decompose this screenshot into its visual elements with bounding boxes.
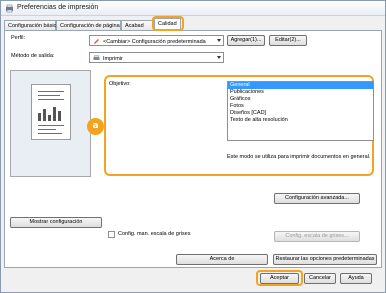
profile-value: <Cambiar> Configuración predeterminada <box>103 39 206 45</box>
output-method-value: Imprimir <box>103 56 123 62</box>
printer-icon <box>93 55 100 60</box>
show-configuration-button[interactable]: Mostrar configuración <box>10 217 102 228</box>
about-button[interactable]: Acerca de <box>176 254 268 265</box>
callout-badge: a <box>87 118 104 135</box>
objective-label: Objetivo: <box>109 81 131 87</box>
output-method-label: Método de salida: <box>11 53 55 59</box>
preview-text-line <box>38 129 56 130</box>
preview-page <box>31 84 71 140</box>
quality-tab-highlight <box>152 16 184 31</box>
window-title: Preferencias de impresión <box>17 4 99 11</box>
preview-bar-graphic <box>38 107 61 121</box>
cancel-button[interactable]: Cancelar <box>304 273 336 284</box>
title-bar: Preferencias de impresión <box>1 1 385 16</box>
help-button[interactable]: Ayuda <box>340 273 372 284</box>
page-preview <box>10 70 91 177</box>
preview-text-line <box>38 125 64 126</box>
pencil-icon <box>94 39 99 44</box>
preview-text-line <box>38 91 64 92</box>
objective-description: Este modo se utiliza para imprimir docum… <box>227 154 371 160</box>
objective-option-graphics[interactable]: Gráficos <box>228 96 373 103</box>
advanced-settings-button[interactable]: Configuración avanzada... <box>274 193 360 204</box>
chevron-down-icon <box>217 39 221 42</box>
preview-text-line <box>38 133 62 134</box>
chevron-down-icon <box>217 56 221 59</box>
grayscale-settings-button[interactable]: Config. escala de grises... <box>274 231 360 242</box>
output-method-select[interactable]: Imprimir <box>89 52 224 63</box>
objective-listbox[interactable]: General Publicaciones Gráficos Fotos Dis… <box>227 81 374 141</box>
profile-label: Perfil: <box>11 35 26 41</box>
accept-button[interactable]: Aceptar <box>260 273 299 284</box>
manual-grayscale-checkbox[interactable] <box>108 231 115 238</box>
preview-text-line <box>38 95 60 96</box>
restore-defaults-button[interactable]: Restaurar las opciones predeterminadas <box>273 254 377 265</box>
preview-text-line <box>38 99 64 100</box>
printer-icon <box>6 4 13 13</box>
print-preferences-window: Preferencias de impresión Configuración … <box>0 0 386 293</box>
objective-option-high-res-text[interactable]: Texto de alta resolución <box>228 117 373 124</box>
profile-select[interactable]: <Cambiar> Configuración predeterminada <box>89 35 224 46</box>
objective-option-cad[interactable]: Diseños [CAD] <box>228 110 373 117</box>
objective-option-publications[interactable]: Publicaciones <box>228 89 373 96</box>
add-profile-button[interactable]: Agregar(1)... <box>227 35 265 46</box>
manual-grayscale-label: Config. man. escala de grises <box>118 231 191 237</box>
objective-option-general[interactable]: General <box>228 82 373 89</box>
objective-option-photos[interactable]: Fotos <box>228 103 373 110</box>
edit-profile-button[interactable]: Editar(2)... <box>269 35 307 46</box>
